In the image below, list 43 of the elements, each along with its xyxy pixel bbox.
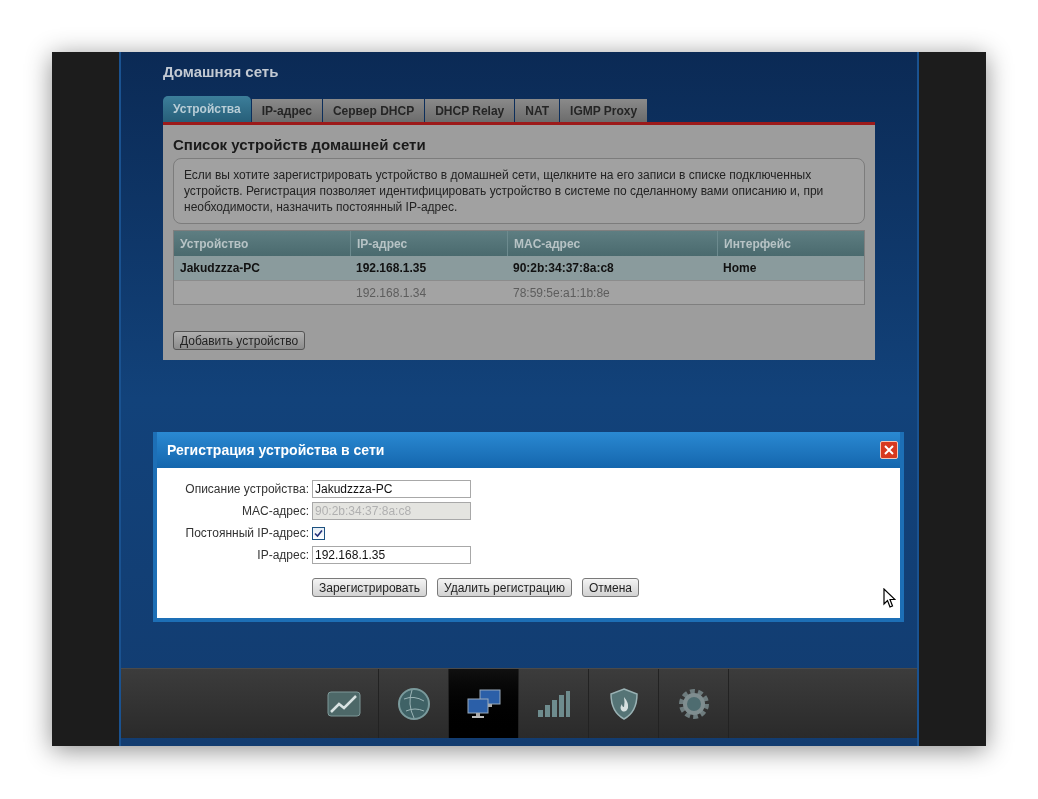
field-label: Постоянный IP-адрес: <box>184 525 310 542</box>
input-field[interactable]: Jakudzzza-PC <box>312 480 471 498</box>
dialog-button[interactable]: Зарегистрировать <box>312 578 427 597</box>
panel-heading: Список устройств домашней сети <box>173 135 427 155</box>
nav-tab[interactable] <box>449 669 519 738</box>
table-cell-text: 78:59:5e:a1:1b:8e <box>513 284 610 302</box>
table-row[interactable]: 192.168.1.34 78:59:5e:a1:1b:8e <box>174 280 864 304</box>
dialog-button[interactable]: Отмена <box>581 578 640 597</box>
field-label: MAC-адрес: <box>240 503 310 520</box>
table-cell-text: 192.168.1.35 <box>356 260 427 277</box>
input-field[interactable]: 192.168.1.35 <box>312 546 471 564</box>
table-cell-text: Home <box>723 260 757 277</box>
column-header: MAC-адрес <box>514 235 581 253</box>
page-title: Домашняя сеть <box>163 63 279 80</box>
shield-icon <box>609 687 638 720</box>
table-cell-text: 90:2b:34:37:8a:c8 <box>513 260 614 277</box>
table-row[interactable]: Jakudzzza-PC 192.168.1.35 90:2b:34:37:8a:c8 Home <box>174 256 864 280</box>
computers-icon <box>465 688 502 719</box>
signal-bars-icon <box>536 689 571 718</box>
tab[interactable]: NAT <box>515 99 560 122</box>
settings-icon <box>676 686 711 721</box>
dialog-button[interactable]: Удалить регистрацию <box>436 578 572 597</box>
close-icon <box>884 445 894 455</box>
tab[interactable]: Устройства <box>163 96 251 122</box>
tab[interactable]: DHCP Relay <box>425 99 515 122</box>
mouse-pointer-icon <box>883 588 896 608</box>
chart-icon <box>326 690 361 717</box>
checkbox[interactable] <box>312 526 325 540</box>
close-button[interactable] <box>880 441 898 459</box>
column-header: Интерфейс <box>724 235 791 253</box>
field-label: IP-адрес: <box>256 547 310 564</box>
table-cell-text: Jakudzzza-PC <box>180 260 261 277</box>
dialog-title: Регистрация устройства в сети <box>167 440 385 460</box>
field-label: Описание устройства: <box>184 481 310 498</box>
column-header: IP-адрес <box>357 235 408 253</box>
tab[interactable]: IGMP Proxy <box>560 99 648 122</box>
column-header: Устройство <box>180 235 249 253</box>
info-text: Если вы хотите зарегистрировать устройство в домашней сети, щелкните на его записи в списке подключенных устройств. Регистрация позволяет идентифицировать устройство в системе по сделанному вами описанию и, при необходимости, назначить постоянный IP-адрес. <box>173 158 865 224</box>
tab[interactable]: IP-адрес <box>251 99 322 122</box>
tab[interactable]: Сервер DHCP <box>322 99 425 122</box>
table-cell-text: 192.168.1.34 <box>356 284 427 302</box>
globe-icon <box>396 686 431 721</box>
add-device-button[interactable]: Добавить устройство <box>173 331 306 350</box>
